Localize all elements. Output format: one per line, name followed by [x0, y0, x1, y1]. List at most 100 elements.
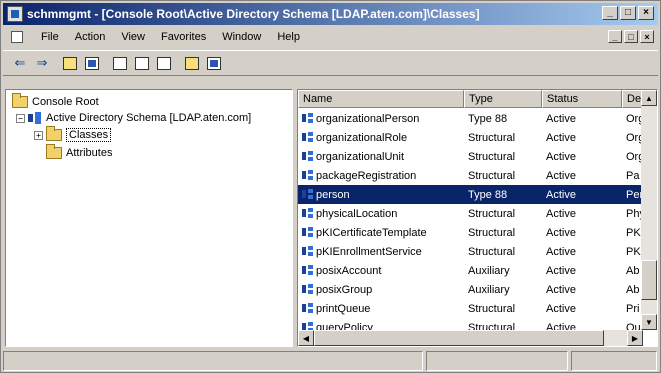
list-item[interactable]: organizationalRole Structural Active Org: [298, 128, 646, 147]
scroll-down-icon[interactable]: ▼: [641, 314, 657, 330]
cell-type: Auxiliary: [468, 264, 510, 277]
class-name: person: [316, 188, 350, 201]
tree-pane[interactable]: Console Root − Active Directory Schema […: [5, 89, 293, 347]
show-tree-icon[interactable]: [81, 52, 103, 74]
schema-class-icon: [302, 113, 314, 124]
class-name: printQueue: [316, 302, 371, 315]
export-icon[interactable]: [131, 52, 153, 74]
console-window-icon[interactable]: [9, 29, 25, 45]
collapse-icon[interactable]: −: [16, 113, 25, 123]
properties-icon[interactable]: [109, 52, 131, 74]
list-item[interactable]: person Type 88 Active Per: [298, 185, 646, 204]
status-pane-2: [426, 351, 568, 371]
schema-class-icon: [302, 303, 314, 314]
class-name: organizationalRole: [316, 131, 408, 144]
list-item[interactable]: pKICertificateTemplate Structural Active PK…: [298, 223, 646, 242]
list-item[interactable]: printQueue Structural Active Pri: [298, 299, 646, 318]
status-pane-1: [3, 351, 423, 371]
cell-name: organizationalRole: [298, 132, 464, 144]
tree-label: Active Directory Schema [LDAP.aten.com]: [46, 112, 252, 124]
class-name: organizationalPerson: [316, 112, 420, 125]
list-item[interactable]: physicalLocation Structural Active Phy: [298, 204, 646, 223]
back-arrow-icon[interactable]: ⇐: [9, 52, 31, 74]
schema-class-icon: [302, 208, 314, 219]
help-icon[interactable]: [181, 52, 203, 74]
child-restore-button[interactable]: □: [624, 30, 638, 43]
vertical-scrollbar[interactable]: ▲ ▼: [641, 90, 657, 330]
cell-status: Active: [546, 283, 576, 296]
column-header-status[interactable]: Status: [542, 90, 622, 108]
list-pane[interactable]: Name Type Status De organizationalPerson…: [297, 89, 658, 347]
menu-view[interactable]: View: [113, 31, 153, 43]
cell-type: Structural: [468, 207, 516, 220]
cell-name: posixGroup: [298, 284, 464, 296]
class-name: physicalLocation: [316, 207, 398, 220]
column-header-name[interactable]: Name: [298, 90, 464, 108]
cell-status: Active: [546, 245, 576, 258]
list-item[interactable]: pKIEnrollmentService Structural Active PKI: [298, 242, 646, 261]
scroll-right-icon[interactable]: ▶: [627, 330, 643, 346]
tree-item-console-root[interactable]: Console Root: [12, 93, 99, 110]
cell-status: Active: [546, 264, 576, 277]
class-name: posixGroup: [316, 283, 373, 296]
vertical-scroll-thumb[interactable]: [641, 260, 657, 300]
cell-status: Active: [546, 112, 576, 125]
class-name: posixAccount: [316, 264, 382, 277]
expand-icon[interactable]: +: [34, 130, 43, 140]
cell-type: Structural: [468, 131, 516, 144]
schema-class-icon: [302, 170, 314, 181]
up-folder-icon[interactable]: [59, 52, 81, 74]
scroll-left-icon[interactable]: ◀: [298, 330, 314, 346]
cell-type: Auxiliary: [468, 283, 510, 296]
column-header-description[interactable]: De: [622, 90, 642, 108]
schema-icon: [28, 112, 42, 124]
cell-type: Structural: [468, 226, 516, 239]
status-pane-3: [571, 351, 657, 371]
menu-file[interactable]: File: [33, 31, 67, 43]
cell-type: Structural: [468, 245, 516, 258]
cell-type: Structural: [468, 169, 516, 182]
cell-name: physicalLocation: [298, 208, 464, 220]
scroll-up-icon[interactable]: ▲: [641, 90, 657, 106]
list-item[interactable]: organizationalPerson Type 88 Active Org: [298, 109, 646, 128]
window-title: schmmgmt - [Console Root\Active Director…: [27, 7, 480, 21]
list-item[interactable]: packageRegistration Structural Active Pa: [298, 166, 646, 185]
child-minimize-button[interactable]: _: [608, 30, 622, 43]
list-item[interactable]: organizationalUnit Structural Active Org: [298, 147, 646, 166]
list-item[interactable]: posixAccount Auxiliary Active Ab: [298, 261, 646, 280]
toolbar: ⇐ ⇒: [3, 50, 658, 76]
cell-status: Active: [546, 226, 576, 239]
cell-name: organizationalUnit: [298, 151, 464, 163]
cell-type: Type 88: [468, 188, 508, 201]
child-close-button[interactable]: ×: [640, 30, 654, 43]
class-name: packageRegistration: [316, 169, 417, 182]
minimize-button[interactable]: _: [602, 6, 618, 20]
column-header-type[interactable]: Type: [464, 90, 542, 108]
maximize-button[interactable]: □: [620, 6, 636, 20]
tree-item-classes[interactable]: + Classes: [34, 126, 112, 143]
cell-name: pKICertificateTemplate: [298, 227, 464, 239]
close-button[interactable]: ×: [638, 6, 654, 20]
cell-type: Type 88: [468, 112, 508, 125]
schema-class-icon: [302, 265, 314, 276]
list-item[interactable]: posixGroup Auxiliary Active Ab: [298, 280, 646, 299]
tree-item-schema[interactable]: − Active Directory Schema [LDAP.aten.com…: [16, 110, 251, 126]
mmc-window: schmmgmt - [Console Root\Active Director…: [0, 0, 661, 373]
horizontal-scrollbar[interactable]: ◀ ▶: [298, 330, 643, 346]
cell-type: Structural: [468, 150, 516, 163]
refresh-icon[interactable]: [153, 52, 175, 74]
tree-item-attributes[interactable]: Attributes: [46, 144, 112, 161]
status-bar: [3, 351, 658, 371]
menu-favorites[interactable]: Favorites: [153, 31, 214, 43]
cell-name: person: [298, 189, 464, 201]
cell-type: Structural: [468, 302, 516, 315]
menu-window[interactable]: Window: [214, 31, 269, 43]
title-bar[interactable]: schmmgmt - [Console Root\Active Director…: [3, 3, 658, 25]
menu-help[interactable]: Help: [269, 31, 308, 43]
forward-arrow-icon[interactable]: ⇒: [31, 52, 53, 74]
cell-status: Active: [546, 207, 576, 220]
mmc-app-icon: [7, 6, 23, 22]
menu-action[interactable]: Action: [67, 31, 114, 43]
horizontal-scroll-thumb[interactable]: [314, 330, 604, 346]
console-icon[interactable]: [203, 52, 225, 74]
